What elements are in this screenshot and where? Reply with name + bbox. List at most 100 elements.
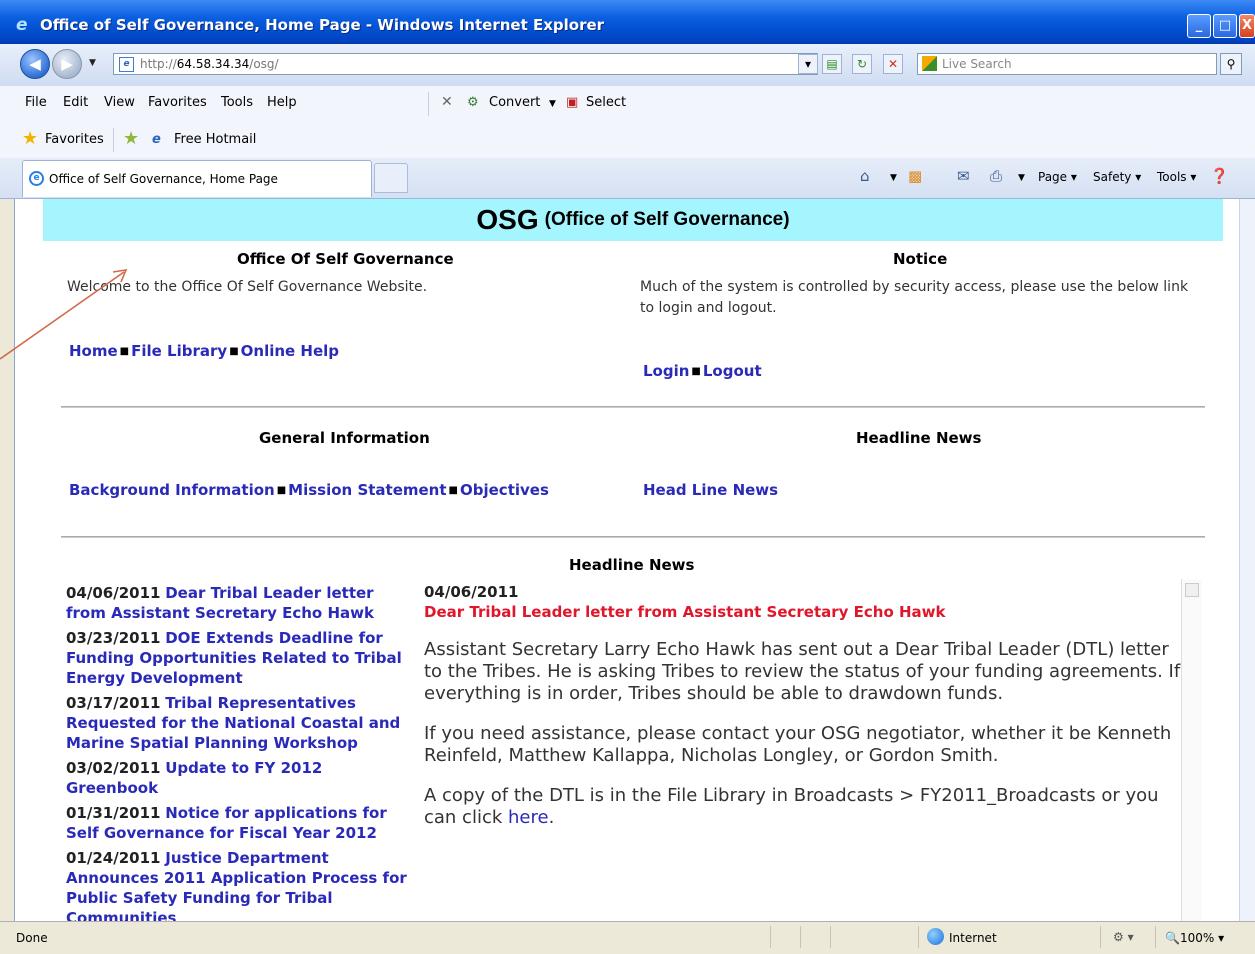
page-scrollbar[interactable] — [1239, 199, 1255, 921]
article-paragraph: Assistant Secretary Larry Echo Hawk has … — [424, 639, 1181, 704]
live-search-icon — [922, 56, 937, 71]
here-link[interactable]: here — [508, 807, 549, 828]
home-icon[interactable]: ⌂ — [860, 168, 870, 184]
tab-bar: e Office of Self Governance, Home Page ⌂… — [0, 158, 1255, 199]
select-button[interactable]: Select — [586, 95, 626, 110]
page-icon: e — [119, 57, 134, 72]
menu-edit[interactable]: Edit — [63, 95, 88, 110]
feeds-icon[interactable]: ▩ — [908, 168, 922, 184]
divider — [61, 406, 1205, 408]
online-help-link[interactable]: Online Help — [241, 342, 339, 360]
news-date: 03/23/2011 — [66, 629, 161, 647]
news-section-heading: Headline News — [569, 556, 695, 574]
article-date: 04/06/2011 — [424, 583, 519, 601]
news-item[interactable]: 01/31/2011 Notice for applications for S… — [66, 803, 411, 843]
page-banner: OSG (Office of Self Governance) — [43, 199, 1223, 241]
print-dropdown-icon[interactable]: ▼ — [1018, 173, 1025, 183]
search-input[interactable]: Live Search — [917, 53, 1217, 75]
tab-label: Office of Self Governance, Home Page — [49, 172, 278, 186]
forward-button[interactable]: ▶ — [52, 49, 82, 79]
maximize-button[interactable]: □ — [1213, 14, 1237, 38]
background-information-link[interactable]: Background Information — [69, 481, 275, 499]
new-tab-button[interactable] — [374, 163, 408, 193]
read-mail-icon[interactable]: ✉ — [957, 168, 970, 184]
safety-menu-label: Safety — [1093, 170, 1132, 184]
mission-statement-link[interactable]: Mission Statement — [288, 481, 446, 499]
head-line-news-link[interactable]: Head Line News — [643, 481, 778, 499]
zoom-icon: 🔍 — [1165, 931, 1180, 945]
article-paragraph-end: . — [548, 807, 555, 828]
news-item[interactable]: 03/23/2011 DOE Extends Deadline for Fund… — [66, 628, 411, 688]
convert-dropdown-icon[interactable]: ▼ — [549, 99, 556, 109]
notice-heading: Notice — [893, 250, 948, 268]
close-toolbar-icon[interactable]: ✕ — [441, 94, 453, 110]
menu-help[interactable]: Help — [267, 95, 297, 110]
news-list: 04/06/2011 Dear Tribal Leader letter fro… — [66, 583, 411, 921]
tab-favicon-icon: e — [29, 171, 44, 186]
headline-links: Head Line News — [643, 481, 778, 499]
auth-links: Login ■ Logout — [643, 362, 762, 380]
favorites-button[interactable]: Favorites — [45, 132, 104, 147]
status-separator — [918, 926, 919, 948]
news-item[interactable]: 01/24/2011 Justice Department Announces … — [66, 848, 411, 921]
news-item[interactable]: 03/02/2011 Update to FY 2012 Greenbook — [66, 758, 411, 798]
menu-tools[interactable]: Tools — [221, 95, 253, 110]
banner-title: OSG — [476, 204, 539, 235]
menu-bar: File Edit View Favorites Tools Help ✕ ⚙ … — [0, 86, 1255, 123]
login-link[interactable]: Login — [643, 362, 689, 380]
print-icon[interactable]: ⎙ — [990, 168, 1002, 184]
news-date: 03/17/2011 — [66, 694, 161, 712]
back-button[interactable]: ◀ — [20, 49, 50, 79]
bullet: ■ — [691, 366, 701, 377]
url-host: 64.58.34.34 — [176, 57, 250, 71]
article-paragraph: If you need assistance, please contact y… — [424, 723, 1172, 766]
scroll-up-arrow-icon[interactable] — [1185, 583, 1199, 597]
help-icon[interactable]: ❓ — [1210, 168, 1229, 184]
general-info-heading: General Information — [259, 429, 430, 447]
convert-button[interactable]: Convert — [489, 95, 540, 110]
menu-favorites[interactable]: Favorites — [148, 95, 207, 110]
window-title: Office of Self Governance, Home Page - W… — [40, 16, 605, 34]
address-input[interactable]: e http://64.58.34.34/osg/ — [113, 53, 818, 75]
free-hotmail-link[interactable]: Free Hotmail — [174, 132, 256, 147]
favorites-separator — [113, 128, 114, 152]
stop-icon[interactable]: ✕ — [883, 54, 903, 74]
menu-file[interactable]: File — [25, 95, 47, 110]
minimize-button[interactable]: _ — [1187, 14, 1211, 38]
home-link[interactable]: Home — [69, 342, 118, 360]
home-dropdown-icon[interactable]: ▼ — [890, 173, 897, 183]
refresh-icon[interactable]: ↻ — [852, 54, 872, 74]
menu-view[interactable]: View — [104, 95, 135, 110]
convert-icon: ⚙ — [467, 95, 479, 110]
history-dropdown-icon[interactable]: ▼ — [89, 58, 96, 68]
divider — [61, 536, 1205, 538]
news-item[interactable]: 04/06/2011 Dear Tribal Leader letter fro… — [66, 583, 411, 623]
search-button[interactable]: ⚲ — [1220, 53, 1242, 75]
title-bar: e Office of Self Governance, Home Page -… — [0, 0, 1255, 44]
select-icon: ▣ — [566, 95, 579, 110]
compatibility-view-icon[interactable]: ▤ — [822, 54, 842, 74]
add-favorite-icon[interactable]: ★ — [123, 130, 139, 148]
bullet: ■ — [276, 485, 287, 496]
search-placeholder: Live Search — [942, 57, 1012, 71]
protected-mode-icon[interactable]: ⚙ ▾ — [1113, 930, 1134, 944]
banner-subtitle: (Office of Self Governance) — [544, 209, 790, 230]
tools-menu-label: Tools — [1157, 170, 1187, 184]
article-scrollbar[interactable] — [1181, 579, 1202, 921]
page-menu-button[interactable]: Page ▾ — [1038, 170, 1077, 184]
logout-link[interactable]: Logout — [703, 362, 762, 380]
safety-menu-button[interactable]: Safety ▾ — [1093, 170, 1141, 184]
ie-logo-icon: e — [16, 15, 28, 35]
address-dropdown-icon[interactable]: ▾ — [798, 54, 818, 74]
status-separator — [800, 926, 801, 948]
news-item[interactable]: 03/17/2011 Tribal Representatives Reques… — [66, 693, 411, 753]
objectives-link[interactable]: Objectives — [460, 481, 549, 499]
status-separator — [770, 926, 771, 948]
close-button[interactable]: X — [1239, 14, 1255, 38]
file-library-link[interactable]: File Library — [131, 342, 227, 360]
tab-osg-home[interactable]: e Office of Self Governance, Home Page — [22, 160, 372, 197]
favorites-bar: ★ Favorites ★ e Free Hotmail — [0, 122, 1255, 159]
zoom-button[interactable]: 🔍100% ▾ — [1165, 931, 1224, 945]
tools-menu-button[interactable]: Tools ▾ — [1157, 170, 1196, 184]
browser-window: e Office of Self Governance, Home Page -… — [0, 0, 1255, 954]
